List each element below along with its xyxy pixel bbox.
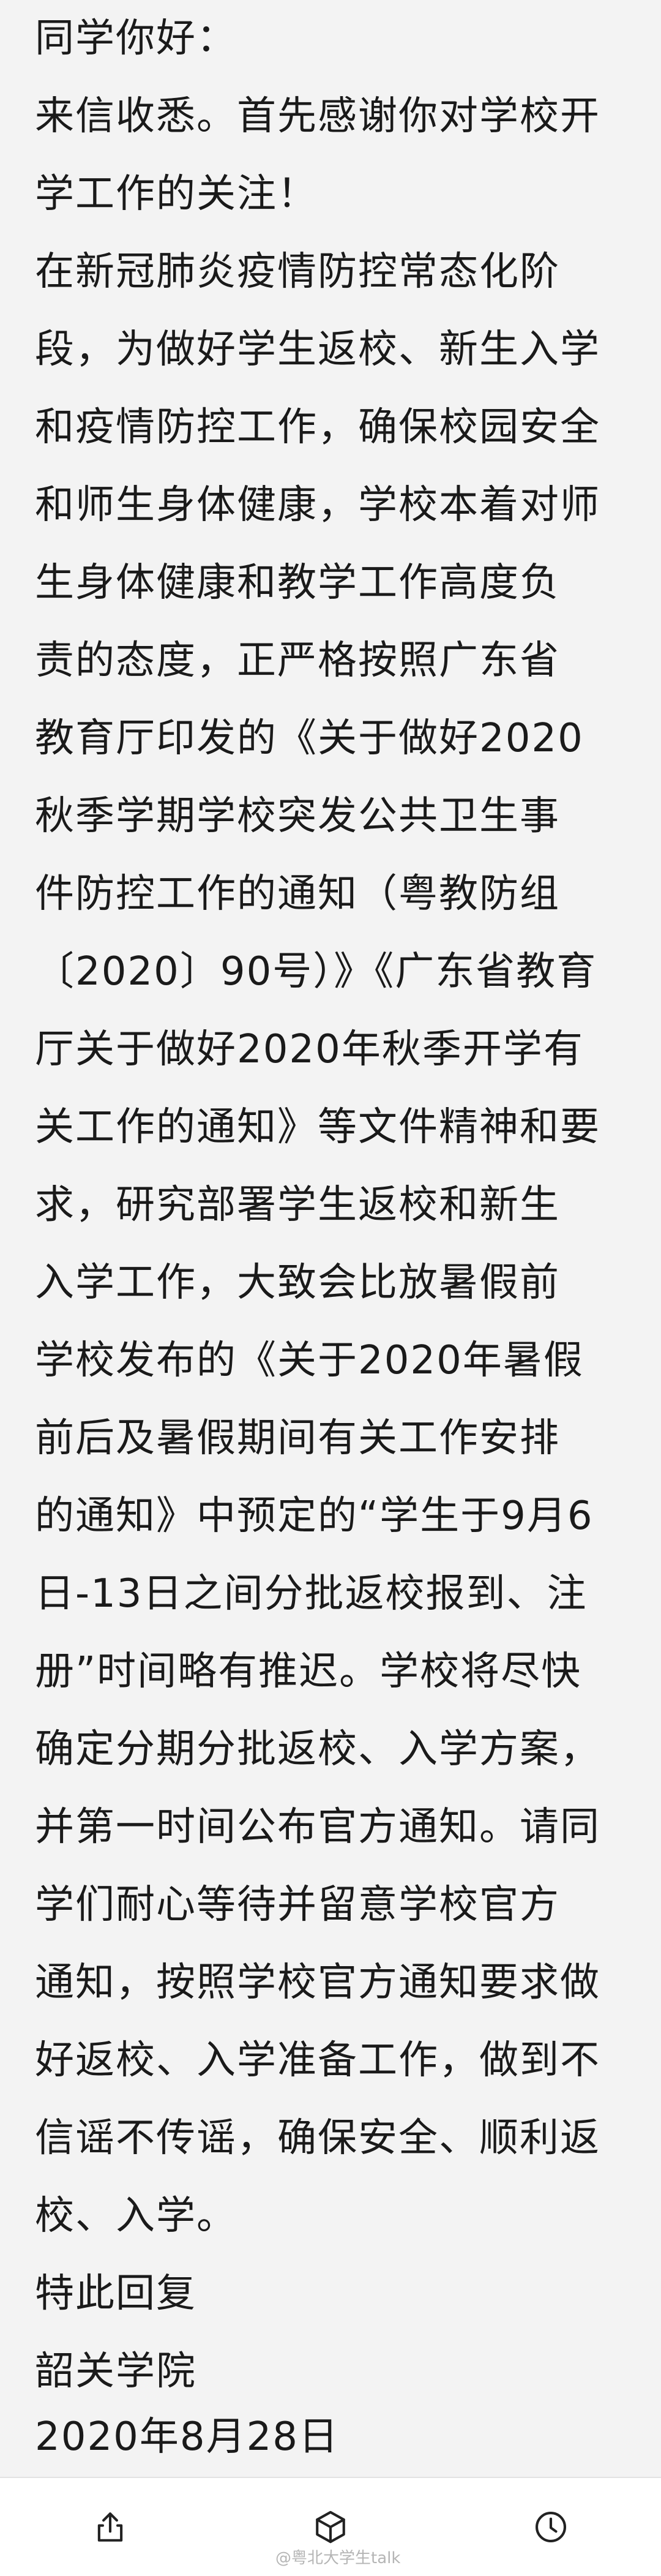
body-line: 教育厅印发的《关于做好2020: [35, 716, 584, 761]
watermark-text: @粤北大学生talk: [275, 2549, 401, 2567]
body-line: 校、入学。: [35, 2193, 237, 2239]
body-line: 和疫情防控工作，确保校园安全: [35, 405, 600, 450]
share-icon: [97, 2512, 123, 2542]
share-button[interactable]: [80, 2496, 141, 2558]
body-line: 件防控工作的通知（粤教防组: [35, 871, 560, 917]
letter-greeting: 同学你好：: [35, 0, 635, 78]
body-line: 在新冠肺炎疫情防控常态化阶: [35, 249, 560, 295]
clock-icon: [535, 2511, 567, 2543]
body-line: 学们耐心等待并留意学校官方: [35, 1882, 560, 1928]
body-line: 责的态度，正严格按照广东省: [35, 638, 560, 683]
body-line: 前后及暑假期间有关工作安排: [35, 1416, 560, 1461]
body-line: 确定分期分批返校、入学方案，: [35, 1727, 600, 1772]
body-line: 生身体健康和教学工作高度负: [35, 560, 560, 606]
body-line: 学校发布的《关于2020年暑假: [35, 1338, 584, 1383]
letter-intro: 来信收悉。首先感谢你对学校开 学工作的关注！: [35, 78, 635, 233]
letter-content: 同学你好： 来信收悉。首先感谢你对学校开 学工作的关注！ 在新冠肺炎疫情防控常态…: [0, 0, 661, 2477]
body-line: 关工作的通知》等文件精神和要: [35, 1105, 600, 1150]
intro-line: 来信收悉。首先感谢你对学校开: [35, 94, 600, 139]
body-line: 信谣不传谣，确保安全、顺利返: [35, 2116, 600, 2161]
body-line: 并第一时间公布官方通知。请同: [35, 1804, 600, 1850]
letter-closing: 特此回复: [35, 2255, 635, 2333]
body-line: 求，研究部署学生返校和新生: [35, 1182, 560, 1228]
body-line: 好返校、入学准备工作，做到不: [35, 2038, 600, 2083]
body-line: 段，为做好学生返校、新生入学: [35, 327, 600, 372]
body-line: 和师生身体健康，学校本着对师: [35, 483, 600, 528]
letter-body: 在新冠肺炎疫情防控常态化阶 段，为做好学生返校、新生入学 和疫情防控工作，确保校…: [35, 233, 635, 2255]
bottom-toolbar: @粤北大学生talk: [0, 2478, 661, 2576]
body-line: 入学工作，大致会比放暑假前: [35, 1260, 560, 1305]
body-line: 〔2020〕90号）》《广东省教育: [35, 949, 597, 994]
history-button[interactable]: [520, 2496, 581, 2558]
body-line: 册”时间略有推迟。学校将尽快: [35, 1649, 582, 1694]
body-line: 秋季学期学校突发公共卫生事: [35, 794, 560, 839]
cube-icon: [316, 2510, 345, 2544]
date-line: 2020年8月28日: [35, 2414, 340, 2460]
letter-date: 2020年8月28日: [35, 2398, 635, 2476]
greeting-line: 同学你好：: [35, 16, 237, 61]
body-line: 的通知》中预定的“学生于9月6: [35, 1493, 594, 1539]
body-line: 厅关于做好2020年秋季开学有: [35, 1027, 584, 1072]
closing-line: 特此回复: [35, 2271, 196, 2316]
intro-line: 学工作的关注！: [35, 171, 318, 217]
body-line: 通知，按照学校官方通知要求做: [35, 1960, 600, 2005]
body-line: 日-13日之间分批返校报到、注: [35, 1571, 588, 1617]
